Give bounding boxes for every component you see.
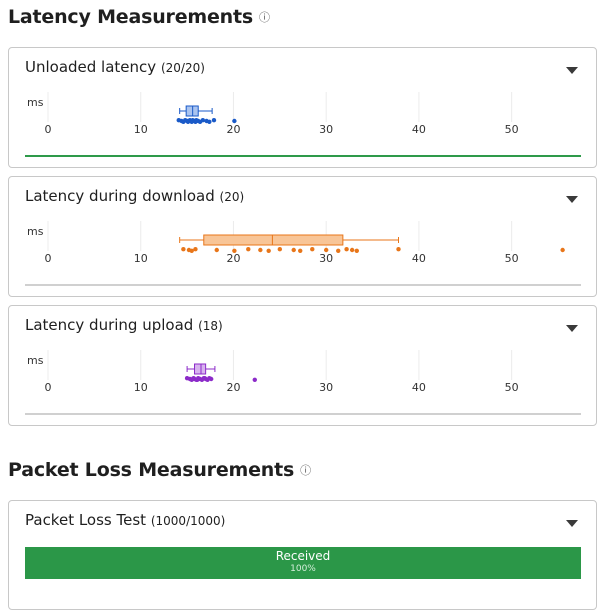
data-point xyxy=(232,118,237,124)
data-point xyxy=(266,248,271,253)
panel-header: Unloaded latency (20/20) xyxy=(25,58,205,76)
received-label: Received xyxy=(275,549,331,563)
data-point xyxy=(211,118,217,123)
data-point xyxy=(181,247,186,252)
data-point xyxy=(396,247,401,252)
data-point xyxy=(232,248,237,253)
panel-title: Packet Loss Test xyxy=(25,511,147,529)
panel-title: Unloaded latency xyxy=(25,58,157,76)
data-point xyxy=(207,119,212,124)
tick-label: 0 xyxy=(45,381,52,394)
latency-boxplot-chart: 0 10 20 30 40 50 ms xyxy=(25,221,581,286)
info-icon[interactable]: ⓘ xyxy=(300,464,311,477)
data-point xyxy=(349,247,355,253)
tick-label: 20 xyxy=(226,252,240,265)
data-point xyxy=(202,376,207,381)
tick-label: 50 xyxy=(505,252,519,265)
data-point xyxy=(277,247,283,252)
panel-count: (20/20) xyxy=(160,61,205,75)
panel-unloaded-latency[interactable]: Unloaded latency (20/20) 0 10 20 30 40 50 ms xyxy=(8,47,597,168)
box-iqr xyxy=(194,363,207,375)
tick-label: 10 xyxy=(134,381,148,394)
tick-label: 10 xyxy=(134,252,148,265)
data-point xyxy=(209,376,214,382)
panel-count: (1000/1000) xyxy=(150,514,226,528)
tick-label: 30 xyxy=(319,252,333,265)
latency-boxplot-chart: 0 10 20 30 40 50 ms xyxy=(25,350,581,415)
packet-received-bar: Received 100% xyxy=(25,547,581,579)
panel-download-latency[interactable]: Latency during download (20) 0 10 20 30 40 50… xyxy=(8,176,597,297)
data-point xyxy=(200,118,206,123)
tick-label: 50 xyxy=(505,381,519,394)
data-point xyxy=(298,248,303,253)
panel-upload-latency[interactable]: Latency during upload (18) 0 10 20 30 40 50 ms xyxy=(8,305,597,426)
tick-label: 0 xyxy=(45,123,52,136)
tick-label: 30 xyxy=(319,123,333,136)
unit-label: ms xyxy=(27,354,44,367)
panel-header: Packet Loss Test (1000/1000) xyxy=(25,511,225,529)
data-point xyxy=(560,247,565,253)
data-point xyxy=(354,248,359,253)
data-point xyxy=(344,247,349,252)
data-point xyxy=(252,377,257,382)
panel-count: (20) xyxy=(219,190,245,204)
panel-header: Latency during upload (18) xyxy=(25,316,223,334)
data-point xyxy=(291,247,296,253)
chevron-down-icon[interactable] xyxy=(566,325,578,332)
panel-packet-loss[interactable]: Packet Loss Test (1000/1000) Received 10… xyxy=(8,500,597,610)
box-iqr xyxy=(203,234,344,246)
data-point xyxy=(336,248,341,253)
data-point xyxy=(246,247,251,252)
tick-label: 10 xyxy=(134,123,148,136)
data-point xyxy=(190,376,195,382)
panel-title: Latency during upload xyxy=(25,316,194,334)
data-point xyxy=(323,247,329,253)
tick-label: 50 xyxy=(505,123,519,136)
unit-label: ms xyxy=(27,225,44,238)
data-point xyxy=(195,377,200,382)
tick-label: 40 xyxy=(412,381,426,394)
unit-label: ms xyxy=(27,96,44,109)
data-point xyxy=(258,247,263,253)
latency-title-text: Latency Measurements xyxy=(8,6,253,28)
data-point xyxy=(214,247,219,253)
tick-label: 40 xyxy=(412,123,426,136)
chevron-down-icon[interactable] xyxy=(566,520,578,527)
tick-label: 20 xyxy=(226,381,240,394)
chevron-down-icon[interactable] xyxy=(566,196,578,203)
packet-loss-section-title: Packet Loss Measurements ⓘ xyxy=(8,459,311,481)
panel-header: Latency during download (20) xyxy=(25,187,244,205)
panel-count: (18) xyxy=(198,319,223,333)
panel-title: Latency during download xyxy=(25,187,215,205)
latency-section-title: Latency Measurements ⓘ xyxy=(8,6,270,28)
latency-boxplot-chart: 0 10 20 30 40 50 ms xyxy=(25,92,581,157)
tick-label: 20 xyxy=(226,123,240,136)
packet-loss-title-text: Packet Loss Measurements xyxy=(8,459,295,481)
data-point xyxy=(193,247,198,252)
received-percent: 100% xyxy=(290,564,316,574)
tick-label: 0 xyxy=(45,252,52,265)
chevron-down-icon[interactable] xyxy=(566,67,578,74)
data-point xyxy=(310,247,315,252)
info-icon[interactable]: ⓘ xyxy=(259,11,270,24)
tick-label: 30 xyxy=(319,381,333,394)
tick-label: 40 xyxy=(412,252,426,265)
